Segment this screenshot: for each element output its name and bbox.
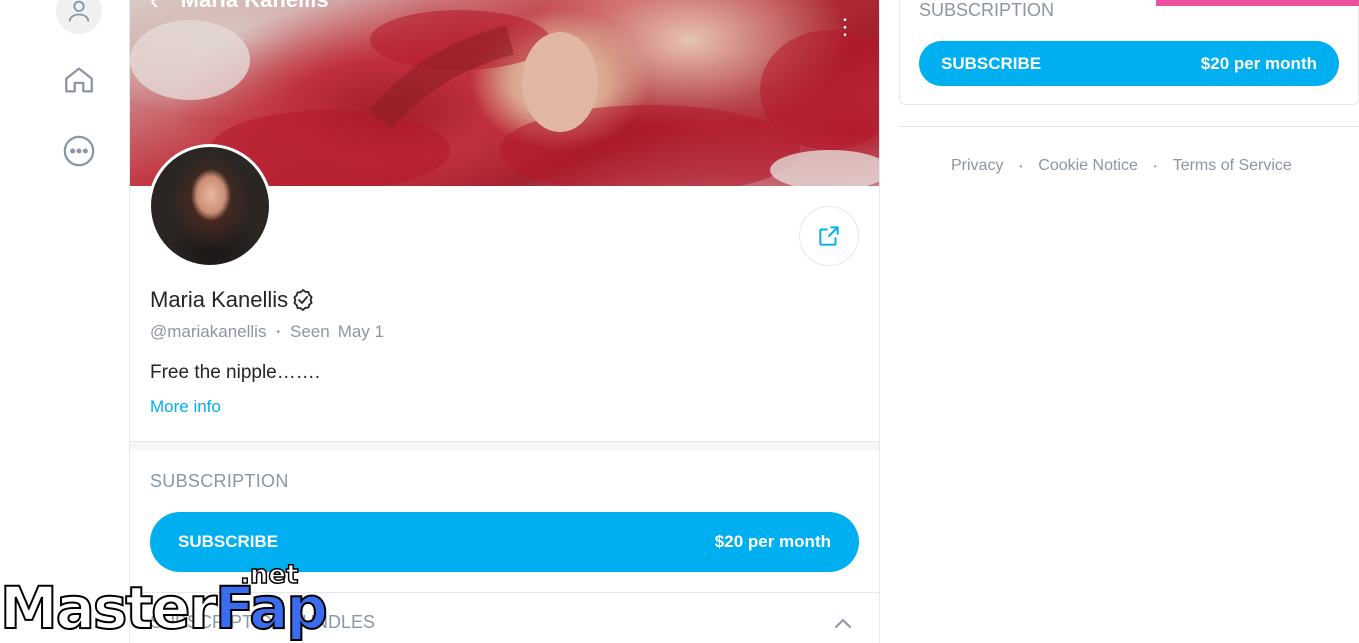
right-subscribe-button[interactable]: SUBSCRIBE $20 per month <box>919 41 1339 86</box>
subscribe-label: SUBSCRIBE <box>178 532 279 551</box>
cover-header-bar: ‹ Maria Kanellis <box>130 0 879 20</box>
nav-profile-button[interactable] <box>56 0 102 34</box>
footer-cookie-link[interactable]: Cookie Notice <box>1038 157 1138 175</box>
profile-bio: Free the nipple……. <box>150 362 321 383</box>
nav-home-button[interactable] <box>56 57 102 103</box>
right-subscribe-price: $20 per month <box>1200 53 1317 73</box>
footer-separator: • <box>1019 161 1023 171</box>
main-column: ‹ Maria Kanellis ⋮ Maria Kanellis @maria… <box>129 0 880 643</box>
more-circle-icon <box>63 135 95 167</box>
footer-privacy-link[interactable]: Privacy <box>951 157 1003 175</box>
pink-banner[interactable] <box>1156 0 1359 6</box>
profile-handle[interactable]: @mariakanellis <box>150 322 266 342</box>
footer-terms-link[interactable]: Terms of Service <box>1173 157 1292 175</box>
profile-meta: @mariakanellis • Seen May 1 <box>150 322 384 342</box>
footer-separator: • <box>1153 161 1157 171</box>
divider <box>899 126 1359 127</box>
more-info-link[interactable]: More info <box>150 397 221 417</box>
page: ‹ Maria Kanellis ⋮ Maria Kanellis @maria… <box>0 0 1359 643</box>
section-divider <box>130 441 879 451</box>
profile-name: Maria Kanellis <box>150 287 289 312</box>
chevron-up-icon[interactable] <box>831 612 855 636</box>
subscribe-price: $20 per month <box>714 532 831 551</box>
nav-more-button[interactable] <box>56 128 102 174</box>
home-icon <box>65 67 93 93</box>
left-nav <box>0 0 130 643</box>
seen-date: May 1 <box>337 322 384 341</box>
seen-label: Seen <box>289 322 330 341</box>
footer-links: Privacy • Cookie Notice • Terms of Servi… <box>951 157 1292 175</box>
verified-icon <box>293 289 313 311</box>
vertical-dots-icon[interactable]: ⋮ <box>834 14 856 40</box>
share-icon <box>819 226 839 246</box>
profile-name-row: Maria Kanellis <box>150 287 315 313</box>
subscription-title: SUBSCRIPTION <box>150 471 289 491</box>
user-icon <box>68 0 90 22</box>
right-subscribe-label: SUBSCRIBE <box>941 53 1042 73</box>
meta-separator: • <box>276 326 280 338</box>
chevron-left-icon[interactable]: ‹ <box>150 0 159 16</box>
share-button[interactable] <box>799 206 859 266</box>
profile-avatar[interactable] <box>148 144 272 268</box>
watermark-suffix: .net <box>239 559 299 591</box>
watermark-logo: MasterFap .net <box>0 559 329 643</box>
header-title: Maria Kanellis <box>181 0 329 13</box>
right-subscription-title: SUBSCRIPTION <box>919 0 1055 20</box>
